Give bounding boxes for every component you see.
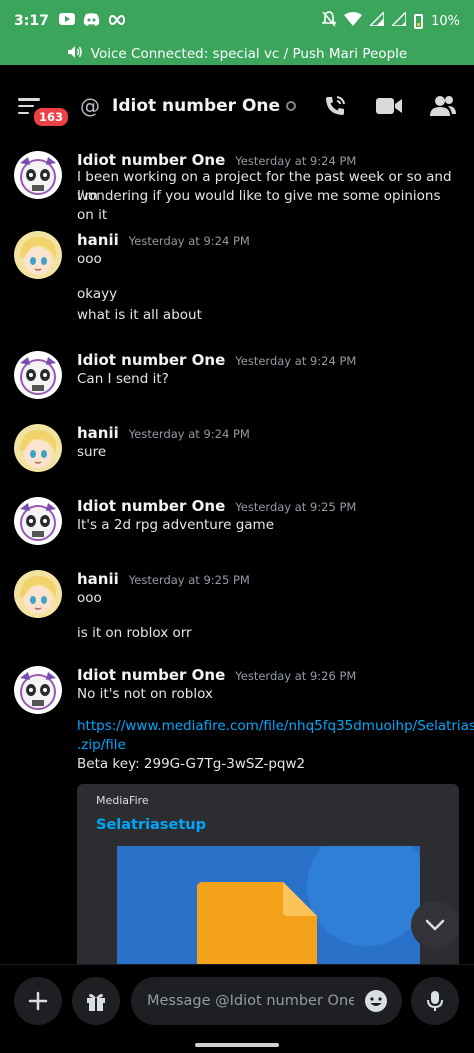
signal-icon [368, 10, 385, 30]
video-camera-icon [376, 98, 402, 114]
message-author[interactable]: hanii [77, 231, 119, 249]
message-author[interactable]: hanii [77, 424, 119, 442]
dm-header: 163 @ Idiot number One [0, 65, 474, 147]
people-icon [430, 96, 456, 116]
unread-badge: 163 [32, 106, 71, 128]
emoji-icon [365, 990, 387, 1012]
avatar[interactable] [14, 351, 62, 399]
message-timestamp: Yesterday at 9:24 PM [235, 354, 357, 368]
voice-connected-bar[interactable]: Voice Connected: special vc / Push Mari … [0, 42, 474, 65]
voice-call-button[interactable] [322, 93, 348, 119]
video-call-button[interactable] [376, 93, 402, 119]
offline-status-icon [286, 101, 297, 111]
menu-button[interactable]: 163 [18, 86, 71, 128]
panda-avatar-icon [14, 497, 62, 545]
emoji-button[interactable] [364, 989, 388, 1013]
infinity-icon [108, 14, 126, 29]
mute-bell-icon [321, 11, 338, 31]
avatar[interactable] [14, 424, 62, 472]
chevron-down-icon [425, 919, 445, 931]
message-author[interactable]: Idiot number One [77, 497, 225, 515]
anime-avatar-icon [14, 231, 62, 279]
voice-message-button[interactable] [411, 977, 459, 1025]
message-text: No it's not on roblox [77, 686, 213, 702]
message-text: wondering if you would like to give me s… [77, 188, 441, 223]
file-icon [197, 826, 427, 964]
avatar[interactable] [14, 570, 62, 618]
battery-level: 10% [431, 13, 460, 29]
wifi-icon [344, 12, 363, 30]
panda-avatar-icon [14, 666, 62, 714]
embed-provider[interactable]: MediaFire [96, 794, 149, 807]
message-author[interactable]: Idiot number One [77, 666, 225, 684]
embed-title[interactable]: Selatriasetup [96, 817, 206, 833]
embed-thumbnail[interactable] [117, 826, 427, 964]
members-button[interactable] [430, 93, 456, 119]
message-text: okayy [77, 286, 118, 302]
message-composer [0, 964, 474, 1053]
message-author[interactable]: Idiot number One [77, 351, 225, 369]
microphone-icon [427, 991, 443, 1011]
phone-call-icon [326, 96, 345, 115]
avatar[interactable] [14, 497, 62, 545]
message-text: It's a 2d rpg adventure game [77, 517, 274, 533]
panda-avatar-icon [14, 351, 62, 399]
message-text: ooo [77, 251, 102, 267]
message-timestamp: Yesterday at 9:24 PM [235, 154, 357, 168]
jump-to-bottom-button[interactable] [411, 901, 459, 949]
signal-icon-2 [390, 10, 407, 30]
mediafire-link[interactable]: https://www.mediafire.com/file/nhq5fq35d… [77, 717, 474, 736]
message-timestamp: Yesterday at 9:25 PM [235, 500, 357, 514]
message-timestamp: Yesterday at 9:24 PM [128, 234, 250, 248]
avatar[interactable] [14, 666, 62, 714]
message-author[interactable]: hanii [77, 570, 119, 588]
avatar[interactable] [14, 151, 62, 199]
gift-button[interactable] [72, 977, 120, 1025]
message-text: ooo [77, 590, 102, 606]
status-bar: 3:17 10% [0, 0, 474, 42]
speaker-icon [67, 45, 83, 63]
gift-icon [87, 994, 105, 1011]
message-list[interactable]: Idiot number One Yesterday at 9:24 PM I … [0, 147, 474, 964]
youtube-icon [58, 13, 75, 29]
panda-avatar-icon [14, 151, 62, 199]
message-input[interactable] [131, 977, 402, 1025]
voice-status-text: Voice Connected: special vc / Push Mari … [90, 45, 408, 62]
link-embed[interactable]: MediaFire Selatriasetup [77, 784, 459, 964]
plus-icon [28, 991, 48, 1011]
message-text: what is it all about [77, 307, 202, 323]
message-timestamp: Yesterday at 9:25 PM [128, 573, 250, 587]
message-author[interactable]: Idiot number One [77, 151, 225, 169]
gesture-home-bar[interactable] [195, 1043, 279, 1047]
clock: 3:17 [14, 13, 49, 29]
discord-icon [83, 12, 100, 30]
beta-key-text: Beta key: 299G-G7Tg-3wSZ-pqw2 [77, 756, 306, 772]
mediafire-link-cont[interactable]: .zip/file [77, 736, 457, 755]
avatar[interactable] [14, 231, 62, 279]
at-icon: @ [80, 94, 100, 118]
message-text: is it on roblox orr [77, 625, 192, 641]
add-attachment-button[interactable] [14, 977, 62, 1025]
message-timestamp: Yesterday at 9:24 PM [128, 427, 250, 441]
message-text: sure [77, 444, 107, 460]
anime-avatar-icon [14, 424, 62, 472]
message-timestamp: Yesterday at 9:26 PM [235, 669, 357, 683]
battery-icon [414, 13, 424, 29]
anime-avatar-icon [14, 570, 62, 618]
dm-title[interactable]: Idiot number One [112, 96, 280, 116]
message-text: Can I send it? [77, 371, 169, 387]
